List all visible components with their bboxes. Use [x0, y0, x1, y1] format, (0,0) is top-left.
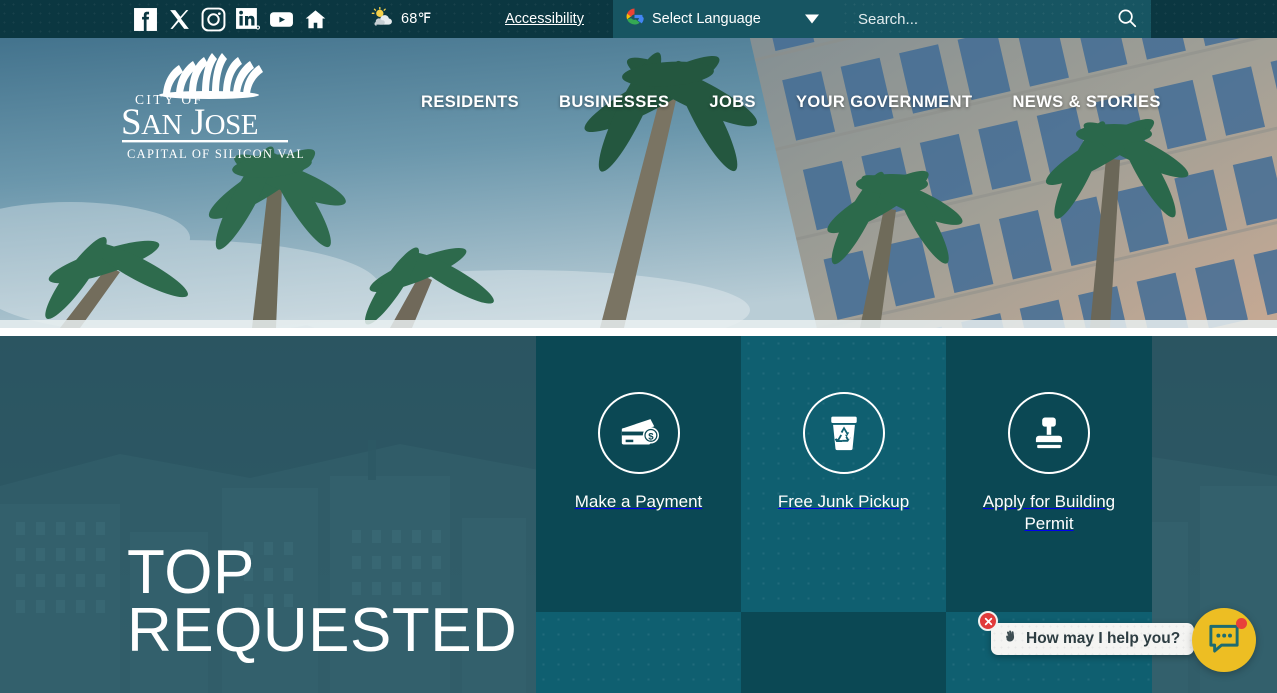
tile-label: Apply for Building Permit: [982, 492, 1116, 533]
tile-placeholder-row2-col2[interactable]: [741, 612, 946, 693]
rubber-stamp-icon: [1008, 392, 1090, 474]
tile-placeholder-row2-col1[interactable]: [536, 612, 741, 693]
search-icon: [1116, 7, 1138, 32]
waving-hand-icon: [1003, 629, 1019, 650]
accessibility-link[interactable]: Accessibility: [505, 0, 584, 38]
notification-badge: [1236, 618, 1247, 629]
weather-temperature: 68℉: [401, 11, 432, 27]
top-utility-bar: 68℉ Accessibility Select Language: [0, 0, 1277, 38]
language-selector[interactable]: Select Language: [613, 0, 841, 38]
search-container: [841, 0, 1151, 38]
nav-jobs[interactable]: JOBS: [709, 93, 756, 112]
weather-widget[interactable]: 68℉: [370, 0, 432, 38]
main-navigation: RESIDENTS BUSINESSES JOBS YOUR GOVERNMEN…: [0, 93, 1277, 112]
instagram-icon[interactable]: [201, 7, 226, 32]
linkedin-icon[interactable]: [235, 7, 260, 32]
facebook-icon[interactable]: [133, 7, 158, 32]
x-twitter-icon[interactable]: [167, 7, 192, 32]
chat-launcher-button[interactable]: [1192, 608, 1256, 672]
tile-texture: [536, 612, 741, 693]
page-root: 68℉ Accessibility Select Language Search…: [0, 0, 1277, 693]
tile-apply-for-building-permit[interactable]: Apply for Building Permit: [946, 336, 1152, 612]
svg-text:$: $: [648, 431, 654, 442]
chat-bubble-icon: [1208, 623, 1240, 658]
tile-texture: [741, 336, 946, 612]
chat-greeting-text: How may I help you?: [1026, 630, 1181, 647]
recycle-bin-icon: [802, 392, 885, 474]
heading-line-2: REQUESTED: [127, 595, 518, 665]
search-input[interactable]: [841, 0, 1091, 38]
svg-text:CAPITAL OF SILICON VALLEY: CAPITAL OF SILICON VALLEY: [127, 147, 303, 161]
nav-residents[interactable]: RESIDENTS: [421, 93, 519, 112]
credit-card-dollar-icon: $: [597, 392, 680, 474]
tile-label: Make a Payment: [574, 492, 703, 511]
tile-label: Free Junk Pickup: [777, 492, 910, 511]
social-links: [133, 0, 328, 38]
google-translate-icon: [625, 7, 644, 31]
chevron-down-icon: [805, 14, 819, 24]
search-button[interactable]: [1113, 5, 1141, 33]
tile-free-junk-pickup[interactable]: Free Junk Pickup: [741, 336, 946, 612]
chat-greeting-bubble[interactable]: How may I help you?: [991, 623, 1195, 655]
hero-banner: CITY OF SAN JOSE CAPITAL OF SILICON VALL…: [0, 38, 1277, 328]
sun-behind-cloud-icon: [370, 6, 396, 32]
nav-news-stories[interactable]: NEWS & STORIES: [1012, 93, 1160, 112]
page-title: TOP REQUESTED: [127, 542, 547, 665]
close-icon[interactable]: [978, 611, 998, 631]
nextdoor-icon[interactable]: [303, 7, 328, 32]
tile-make-a-payment[interactable]: $ Make a Payment: [536, 336, 741, 612]
nav-your-government[interactable]: YOUR GOVERNMENT: [796, 93, 973, 112]
language-selected-label: Select Language: [652, 11, 761, 27]
youtube-icon[interactable]: [269, 7, 294, 32]
nav-businesses[interactable]: BUSINESSES: [559, 93, 669, 112]
